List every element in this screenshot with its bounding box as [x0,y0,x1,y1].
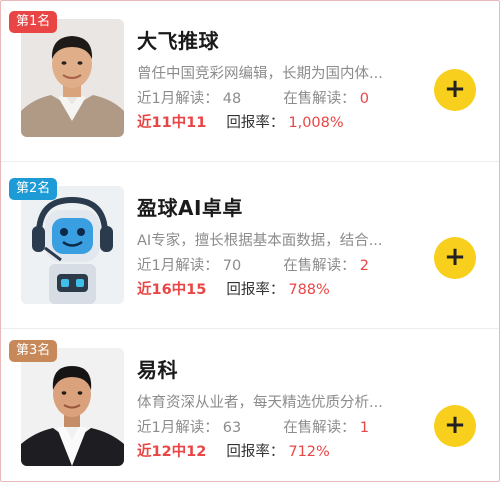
expert-card[interactable]: 第1名 大飞推球 曾任中国竞彩网编辑，长期为国内体... 近1月解读： 48 在售解… [1,1,499,161]
expert-description: 曾任中国竞彩网编辑，长期为国内体... [137,66,383,82]
expert-name[interactable]: 大飞推球 [137,25,219,54]
expert-stats: 近1月解读： 48 在售解读： 0 [137,87,369,108]
rank-badge: 第3名 [9,340,58,362]
expert-performance: 近16中15 回报率： 788% [137,278,330,299]
expert-stats: 近1月解读： 63 在售解读： 1 [137,416,369,437]
avatar[interactable] [21,186,124,304]
expert-photo [21,348,124,466]
expert-card[interactable]: 第3名 易科 体育资深从业者，每天精选优质分析... 近1月解读： 63 在售解读：… [1,330,499,482]
plus-icon: + [444,74,466,104]
roi-label: 回报率： [226,444,285,460]
on-sale-label: 在售解读： [283,91,356,107]
expert-ranking-list: 第1名 大飞推球 曾任中国竞彩网编辑，长期为国内体... 近1月解读： 48 在售解… [0,0,500,482]
expert-performance: 近12中12 回报率： 712% [137,440,330,461]
expert-name[interactable]: 盈球AI卓卓 [137,192,243,221]
on-sale-value: 2 [359,258,369,274]
expert-description: 体育资深从业者，每天精选优质分析... [137,395,383,411]
expert-performance: 近11中11 回报率： 1,008% [137,111,344,132]
monthly-reads-label: 近1月解读： [137,420,219,436]
monthly-reads-label: 近1月解读： [137,91,219,107]
rank-badge: 第1名 [9,11,58,33]
expert-stats: 近1月解读： 70 在售解读： 2 [137,254,369,275]
hit-record: 近11中11 [137,115,207,131]
avatar[interactable] [21,19,124,137]
follow-button[interactable]: + [434,237,476,279]
follow-button[interactable]: + [434,69,476,111]
expert-photo [21,19,124,137]
roi-label: 回报率： [226,115,285,131]
on-sale-label: 在售解读： [283,258,356,274]
hit-record: 近12中12 [137,444,207,460]
hit-record: 近16中15 [137,282,207,298]
monthly-reads-value: 63 [222,420,242,436]
roi-value: 1,008% [288,115,344,131]
follow-button[interactable]: + [434,405,476,447]
roi-value: 788% [288,282,330,298]
avatar[interactable] [21,348,124,466]
monthly-reads-value: 70 [222,258,242,274]
plus-icon: + [444,410,466,440]
monthly-reads-label: 近1月解读： [137,258,219,274]
divider [1,328,499,329]
expert-description: AI专家，擅长根据基本面数据，结合... [137,233,383,249]
expert-card[interactable]: 第2名 盈球AI卓卓 AI专家，擅长根据基本面数据，结合... 近1月解读： 70… [1,168,499,328]
on-sale-label: 在售解读： [283,420,356,436]
plus-icon: + [444,242,466,272]
on-sale-value: 1 [359,420,369,436]
divider [1,161,499,162]
rank-badge: 第2名 [9,178,58,200]
robot-avatar [21,186,124,304]
expert-name[interactable]: 易科 [137,354,178,383]
roi-label: 回报率： [226,282,285,298]
monthly-reads-value: 48 [222,91,242,107]
on-sale-value: 0 [359,91,369,107]
roi-value: 712% [288,444,330,460]
